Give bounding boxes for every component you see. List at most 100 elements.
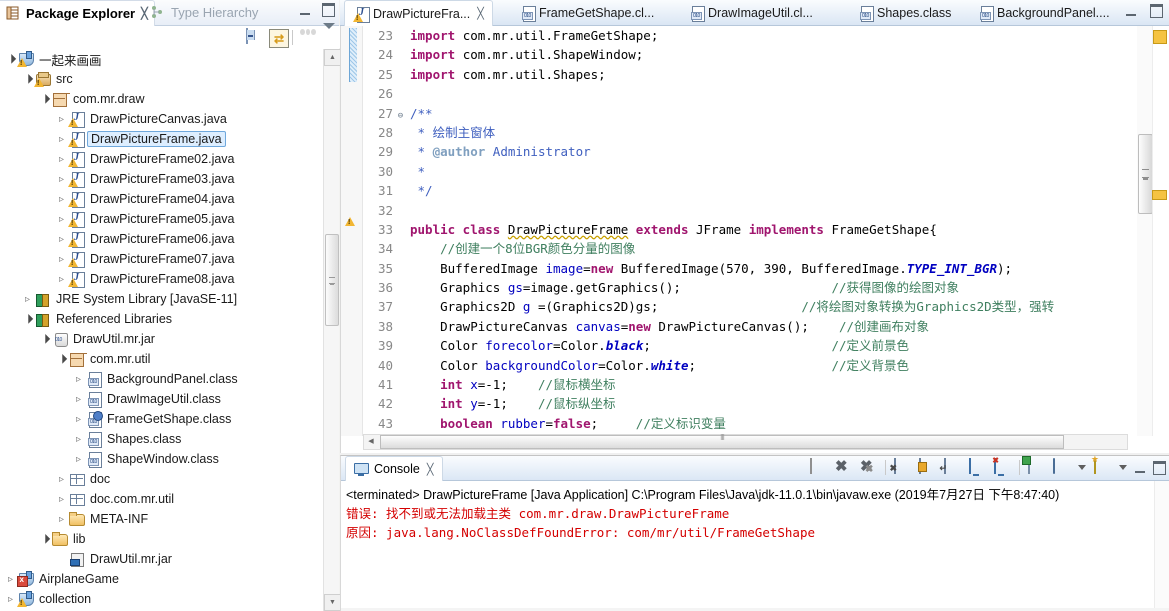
word-wrap-icon[interactable]: ↵ <box>939 458 961 476</box>
code-line[interactable]: 38 DrawPictureCanvas canvas=new DrawPict… <box>363 317 1148 336</box>
tree-item[interactable]: Referenced Libraries <box>0 309 324 329</box>
editor-tab[interactable]: FrameGetShape.cl... <box>511 0 662 25</box>
expand-arrow-icon[interactable] <box>4 594 17 605</box>
expand-arrow-icon[interactable] <box>55 154 68 165</box>
overview-marker-occurrence[interactable] <box>1152 190 1167 200</box>
tree-item[interactable]: JRE System Library [JavaSE-11] <box>0 289 324 309</box>
tree-item[interactable]: DrawUtil.mr.jar <box>0 329 324 349</box>
scroll-up-button[interactable]: ▲ <box>324 49 341 66</box>
expand-arrow-icon[interactable] <box>72 374 85 385</box>
scroll-thumb[interactable] <box>325 234 339 326</box>
display-console-icon[interactable] <box>1053 458 1070 476</box>
code-content[interactable]: 23 import com.mr.util.FrameGetShape; 24 imp… <box>363 26 1148 436</box>
expand-arrow-icon[interactable] <box>55 474 68 485</box>
tree-item[interactable]: com.mr.draw <box>0 89 324 109</box>
tree-item[interactable]: DrawUtil.mr.jar <box>0 549 324 569</box>
expand-arrow-icon[interactable] <box>72 414 85 425</box>
tab-console[interactable]: Console ╳ <box>345 456 443 481</box>
tree-item[interactable]: DrawPictureFrame.java <box>0 129 324 149</box>
collapse-arrow-icon[interactable] <box>38 94 51 105</box>
project-tree[interactable]: 一起来画画 srccom.mr.draw DrawPictureCanvas.jav… <box>0 49 324 611</box>
editor-tab[interactable]: DrawImageUtil.cl... <box>680 0 821 25</box>
code-line[interactable]: 27 ⊖/** <box>363 104 1148 123</box>
clear-console-icon[interactable]: ✖ <box>889 458 911 476</box>
java-source-editor[interactable]: 23 import com.mr.util.FrameGetShape; 24 imp… <box>340 26 1169 453</box>
minimize-icon[interactable] <box>1126 6 1136 16</box>
code-line[interactable]: 43 boolean rubber=false; //定义标识变量 <box>363 414 1148 433</box>
tree-item[interactable]: DrawPictureFrame08.java <box>0 269 324 289</box>
tree-item[interactable]: META-INF <box>0 509 324 529</box>
open-console-icon[interactable] <box>1094 458 1111 476</box>
tree-item[interactable]: DrawPictureFrame02.java <box>0 149 324 169</box>
expand-arrow-icon[interactable] <box>55 514 68 525</box>
remove-icon[interactable]: ✖ <box>835 459 852 476</box>
expand-arrow-icon[interactable] <box>55 174 68 185</box>
chevron-down-icon[interactable] <box>1078 465 1086 470</box>
tree-item[interactable]: AirplaneGame <box>0 569 324 589</box>
collapse-arrow-icon[interactable] <box>21 314 34 325</box>
expand-arrow-icon[interactable] <box>55 254 68 265</box>
expand-arrow-icon[interactable] <box>72 394 85 405</box>
editor-annotation-ruler[interactable] <box>341 26 363 436</box>
code-line[interactable]: 23 import com.mr.util.FrameGetShape; <box>363 26 1148 45</box>
maximize-icon[interactable] <box>1153 460 1166 475</box>
code-line[interactable]: 30 * <box>363 162 1148 181</box>
expand-arrow-icon[interactable] <box>55 134 68 145</box>
expand-arrow-icon[interactable] <box>55 214 68 225</box>
code-line[interactable]: 41 int x=-1; //鼠标横坐标 <box>363 375 1148 394</box>
package-explorer-scrollbar[interactable]: ▲ ▼ <box>323 49 341 611</box>
expand-arrow-icon[interactable] <box>55 234 68 245</box>
warning-marker-icon[interactable] <box>345 217 355 226</box>
tree-item[interactable]: Shapes.class <box>0 429 324 449</box>
tree-item[interactable]: FrameGetShape.class <box>0 409 324 429</box>
expand-arrow-icon[interactable] <box>55 194 68 205</box>
tree-item[interactable]: doc <box>0 469 324 489</box>
editor-hscroll-thumb[interactable] <box>380 435 1064 449</box>
pin-console-icon[interactable] <box>1028 458 1045 476</box>
scroll-left-button[interactable]: ◀ <box>364 435 378 447</box>
console-vertical-scrollbar[interactable] <box>1154 481 1169 611</box>
remove-all-icon[interactable]: ✖ <box>860 459 877 477</box>
collapse-arrow-icon[interactable] <box>38 334 51 345</box>
editor-horizontal-scrollbar[interactable]: ◀ <box>363 434 1128 450</box>
editor-vertical-scrollbar[interactable] <box>1137 26 1153 436</box>
maximize-icon[interactable] <box>1150 4 1163 18</box>
close-icon[interactable]: ╳ <box>477 7 484 20</box>
stop-icon[interactable] <box>810 458 827 476</box>
minimize-icon[interactable] <box>1135 463 1145 473</box>
focus-task-icon[interactable] <box>300 29 317 45</box>
chevron-down-icon[interactable] <box>1119 465 1127 470</box>
code-line[interactable]: 39 Color forecolor=Color.black; //定义前景色 <box>363 336 1148 355</box>
editor-scroll-thumb[interactable] <box>1138 134 1153 214</box>
code-line[interactable]: 26 <box>363 84 1148 103</box>
tree-item[interactable]: DrawPictureCanvas.java <box>0 109 324 129</box>
code-line[interactable]: 40 Color backgroundColor=Color.white; //… <box>363 356 1148 375</box>
tree-item[interactable]: DrawPictureFrame04.java <box>0 189 324 209</box>
code-line[interactable]: 31 */ <box>363 181 1148 200</box>
expand-arrow-icon[interactable] <box>4 574 17 585</box>
collapse-arrow-icon[interactable] <box>4 54 17 65</box>
expand-arrow-icon[interactable] <box>72 434 85 445</box>
expand-arrow-icon[interactable] <box>55 114 68 125</box>
chevron-down-icon[interactable] <box>323 23 339 45</box>
tree-item[interactable]: DrawImageUtil.class <box>0 389 324 409</box>
collapse-arrow-icon[interactable] <box>55 354 68 365</box>
code-line[interactable]: 24 import com.mr.util.ShapeWindow; <box>363 45 1148 64</box>
tree-item[interactable]: ShapeWindow.class <box>0 449 324 469</box>
code-line[interactable]: 33 public class DrawPictureFrame extends … <box>363 220 1148 239</box>
code-line[interactable]: 32 <box>363 201 1148 220</box>
tree-item[interactable]: collection <box>0 589 324 609</box>
expand-arrow-icon[interactable] <box>72 454 85 465</box>
tree-item[interactable]: doc.com.mr.util <box>0 489 324 509</box>
code-line[interactable]: 25 import com.mr.util.Shapes; <box>363 65 1148 84</box>
code-line[interactable]: 28 * 绘制主窗体 <box>363 123 1148 142</box>
code-line[interactable]: 36 Graphics gs=image.getGraphics(); //获得… <box>363 278 1148 297</box>
tree-item[interactable]: DrawPictureFrame05.java <box>0 209 324 229</box>
code-line[interactable]: 29 * @author Administrator <box>363 142 1148 161</box>
scroll-lock-icon[interactable] <box>919 458 936 476</box>
console-output[interactable]: 错误: 找不到或无法加载主类 com.mr.draw.DrawPictureFr… <box>346 504 1146 542</box>
tree-item[interactable]: DrawPictureFrame07.java <box>0 249 324 269</box>
tree-item[interactable]: DrawPictureFrame06.java <box>0 229 324 249</box>
collapse-all-icon[interactable] <box>246 28 262 45</box>
collapse-arrow-icon[interactable] <box>38 534 51 545</box>
